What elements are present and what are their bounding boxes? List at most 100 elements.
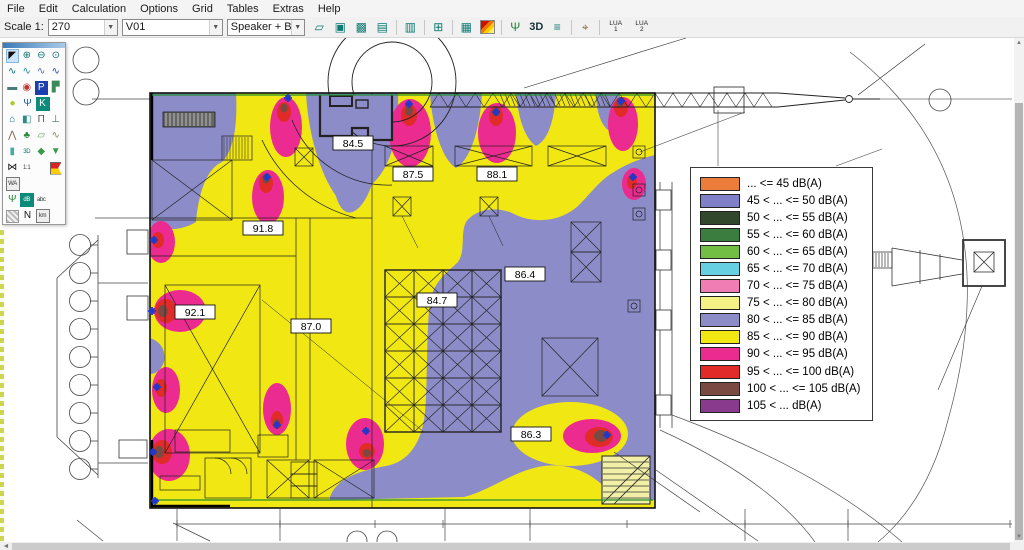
scale-1-1-icon[interactable]: 1:1 [20,161,34,175]
parking-lot-icon[interactable]: P [35,81,49,95]
slope-icon[interactable]: ▼ [49,145,63,159]
wa-tool-icon[interactable]: WA [6,177,20,191]
lua-2-button[interactable]: LUA 2 [631,19,653,35]
plant-symbol-icon[interactable]: Ψ [6,193,20,207]
sport-facility-icon[interactable]: ● [6,97,20,111]
bridge-icon[interactable]: Π [35,113,49,127]
toolbar: Scale 1: 270 ▼ V01 ▼ Speaker + Bü ▼ ▱▣▩▤… [0,17,1024,38]
chevron-down-icon[interactable]: ▼ [209,20,222,35]
toolbar-separator [396,20,397,35]
noise-barrier-icon[interactable]: ◧ [20,113,34,127]
km-scale-icon[interactable]: km [36,209,50,223]
variant-combo[interactable]: V01 ▼ [122,19,223,36]
tree-view-button[interactable]: ≡ [548,19,567,36]
vertical-scrollbar[interactable]: ▲ ▼ [1014,36,1024,542]
flag-icon [50,162,62,175]
selection-arrow-icon[interactable]: ◤ [6,49,20,63]
building-icon[interactable]: ⌂ [6,113,20,127]
lua-1-button[interactable]: LUA 1 [605,19,627,35]
menu-help[interactable]: Help [311,2,348,16]
horizontal-scroll-thumb[interactable] [12,543,1010,550]
menu-tables[interactable]: Tables [220,2,266,16]
zoom-window-icon[interactable]: ⊙ [49,49,62,63]
legend-label: 80 < ... <= 85 dB(A) [747,314,848,326]
menu-file[interactable]: File [0,2,32,16]
zoom-out-icon[interactable]: ⊖ [35,49,48,63]
legend-row: 90 < ... <= 95 dB(A) [700,346,872,363]
color-scale-button[interactable] [478,19,497,36]
open-project-button[interactable]: ▱ [310,19,329,36]
save-button[interactable]: ▣ [331,19,350,36]
traffic-light-icon[interactable]: ◉ [20,81,34,95]
legend-row: ... <= 45 dB(A) [700,175,872,192]
legend-swatch [700,177,740,191]
point-source-icon[interactable]: ∿ [6,65,20,79]
receiver-point-icon[interactable]: ⊥ [49,113,63,127]
horizontal-scrollbar[interactable]: ◄ [0,542,1014,550]
3d-object-icon[interactable]: 3D [20,145,34,159]
legend-label: 75 < ... <= 80 dB(A) [747,297,848,309]
copy-button[interactable]: ⊞ [429,19,448,36]
toolbar-separator [452,20,453,35]
hatch-area-icon[interactable] [6,209,20,223]
legend-label: 95 < ... <= 100 dB(A) [747,366,854,378]
tool-palette: ◤⊕⊖⊙∿∿∿∿▬◉P▛●ΨK⌂◧Π⊥⋀♣▱∿▮3D◆▼⋈1:1WAΨdBabc… [2,42,66,225]
layer-combo[interactable]: Speaker + Bü ▼ [227,19,305,36]
rail-source-icon[interactable]: ▛ [49,81,63,95]
value-label-text: 92.1 [185,307,206,319]
scroll-left-icon[interactable]: ◄ [0,542,12,550]
area-source-icon[interactable]: ∿ [35,65,49,79]
ground-area-icon[interactable]: ▱ [35,129,49,143]
text-label-icon[interactable]: abc [35,193,49,207]
menu-edit[interactable]: Edit [32,2,65,16]
selection-frame-icon[interactable] [49,193,63,207]
view-3d-button[interactable]: 3D [527,19,546,36]
menu-extras[interactable]: Extras [266,2,311,16]
legend-row: 60 < ... <= 65 dB(A) [700,243,872,260]
north-arrow-icon[interactable]: N [21,209,35,223]
scrollbar-corner [1014,542,1024,550]
chevron-down-icon[interactable]: ▼ [291,20,304,35]
value-label-text: 91.8 [253,223,274,235]
menu-bar: FileEditCalculationOptionsGridTablesExtr… [0,0,1024,17]
embankment-icon[interactable]: ◆ [35,145,49,159]
save-as-button[interactable]: ▩ [352,19,371,36]
db-label-icon[interactable]: dB [20,193,34,207]
toolbar-separator [424,20,425,35]
scroll-down-icon[interactable]: ▼ [1014,532,1024,542]
vegetation-icon[interactable]: ♣ [20,129,34,143]
legend-label: 70 < ... <= 75 dB(A) [747,280,848,292]
grid-colors-icon[interactable] [35,161,49,175]
export-button[interactable]: ▤ [373,19,392,36]
road-source-icon[interactable]: ▬ [6,81,20,95]
antenna-icon[interactable]: Ψ [21,97,35,111]
flag-icon[interactable] [49,161,63,175]
pin-button[interactable]: ⌖ [576,19,595,36]
speaker-source-icon[interactable]: ∿ [49,65,63,79]
menu-calculation[interactable]: Calculation [65,2,133,16]
k-tool-icon[interactable]: K [36,97,50,111]
calculator-button[interactable]: ▦ [457,19,476,36]
cylinder-object-icon[interactable]: ▮ [6,145,20,159]
value-label-text: 86.4 [515,269,536,281]
menu-options[interactable]: Options [133,2,185,16]
legend-label: 90 < ... <= 95 dB(A) [747,348,848,360]
plant-3d-button[interactable]: Ψ [506,19,525,36]
contour-line-icon[interactable]: ∿ [49,129,63,143]
scale-combo[interactable]: 270 ▼ [48,19,118,36]
legend-swatch [700,313,740,327]
vertical-scroll-thumb[interactable] [1015,103,1023,540]
scroll-up-icon[interactable]: ▲ [1014,38,1024,48]
value-label-text: 87.5 [403,169,424,181]
color-gradient-icon [480,20,495,34]
line-source-icon[interactable]: ∿ [20,65,34,79]
toolbar-separator [599,20,600,35]
zoom-in-icon[interactable]: ⊕ [20,49,33,63]
calculation-area-icon[interactable]: ⋈ [6,161,20,175]
print-button[interactable]: ▥ [401,19,420,36]
legend-swatch [700,296,740,310]
legend-swatch [700,399,740,413]
chevron-down-icon[interactable]: ▼ [104,20,117,35]
terrain-line-icon[interactable]: ⋀ [6,129,20,143]
menu-grid[interactable]: Grid [185,2,220,16]
